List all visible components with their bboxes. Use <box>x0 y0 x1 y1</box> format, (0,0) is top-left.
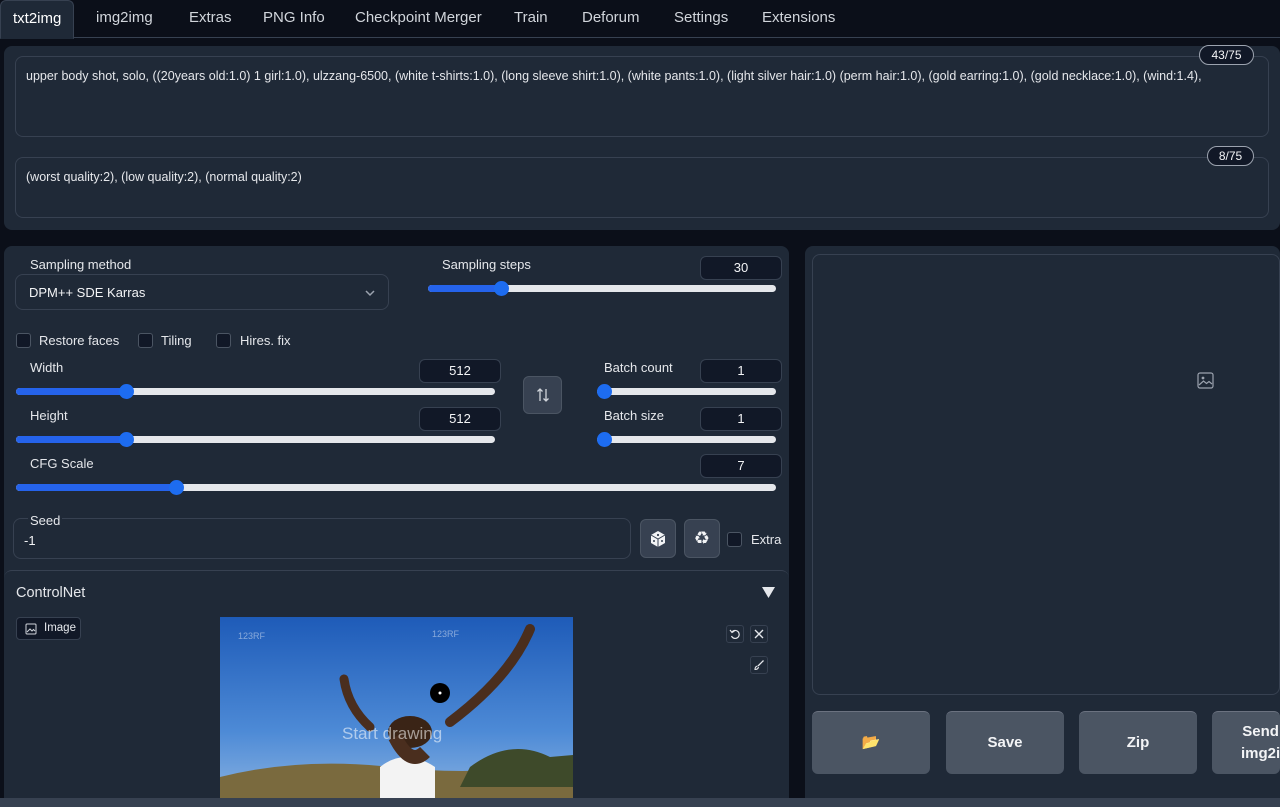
sampling-steps-slider[interactable] <box>428 281 776 296</box>
save-button[interactable]: Save <box>946 711 1064 774</box>
batch-count-input[interactable]: 1 <box>700 359 782 383</box>
tab-extras[interactable]: Extras <box>177 0 244 38</box>
seed-input[interactable]: -1 <box>24 533 36 548</box>
recycle-icon: ♻ <box>693 528 711 548</box>
cfg-scale-input[interactable]: 7 <box>700 454 782 478</box>
height-slider[interactable] <box>16 432 495 447</box>
image-placeholder-icon <box>1197 372 1214 389</box>
folder-icon: 📂 <box>861 734 881 751</box>
width-input[interactable]: 512 <box>419 359 501 383</box>
tab-png-info[interactable]: PNG Info <box>251 0 337 38</box>
tiling-checkbox[interactable] <box>138 333 153 348</box>
canvas-hint-text: Start drawing <box>342 724 443 743</box>
negative-prompt-token-counter: 8/75 <box>1207 146 1254 166</box>
sampling-steps-input[interactable]: 30 <box>700 256 782 280</box>
batch-size-input[interactable]: 1 <box>700 407 782 431</box>
clear-canvas-button[interactable] <box>750 625 768 643</box>
batch-size-label: Batch size <box>604 408 664 423</box>
width-slider[interactable] <box>16 384 495 399</box>
sampling-method-value: DPM++ SDE Karras <box>29 285 146 300</box>
cfg-scale-label: CFG Scale <box>30 456 94 471</box>
tab-extensions[interactable]: Extensions <box>750 0 847 38</box>
swap-icon <box>536 388 549 402</box>
negative-prompt-input[interactable]: (worst quality:2), (low quality:2), (nor… <box>15 157 1269 218</box>
batch-count-label: Batch count <box>604 360 673 375</box>
image-icon <box>25 623 37 635</box>
hires-fix-checkbox[interactable] <box>216 333 231 348</box>
controlnet-image-tab[interactable]: Image <box>16 617 81 640</box>
tab-settings[interactable]: Settings <box>662 0 740 38</box>
sampling-method-dropdown[interactable]: DPM++ SDE Karras <box>15 274 389 310</box>
controlnet-canvas[interactable]: Start drawing 123RF 123RF <box>220 617 573 807</box>
restore-faces-label: Restore faces <box>39 333 120 348</box>
undo-button[interactable] <box>726 625 744 643</box>
prompt-token-counter: 43/75 <box>1199 45 1254 65</box>
sampling-steps-label: Sampling steps <box>442 257 531 272</box>
batch-count-slider[interactable] <box>597 384 776 399</box>
swap-dimensions-button[interactable] <box>523 376 562 414</box>
hires-fix-label: Hires. fix <box>240 333 291 348</box>
height-input[interactable]: 512 <box>419 407 501 431</box>
reuse-seed-button[interactable]: ♻ <box>684 519 720 558</box>
watermark-text: 123RF <box>432 629 460 639</box>
prompt-input[interactable]: upper body shot, solo, ((20years old:1.0… <box>15 56 1269 137</box>
random-seed-button[interactable] <box>640 519 676 558</box>
collapse-triangle-icon[interactable] <box>761 586 776 599</box>
controlnet-reference-image <box>220 617 573 807</box>
extra-label: Extra <box>751 532 782 547</box>
sampling-method-label: Sampling method <box>30 257 132 272</box>
batch-size-slider[interactable] <box>597 432 776 447</box>
zip-button[interactable]: Zip <box>1079 711 1197 774</box>
dice-icon <box>650 530 666 547</box>
extra-checkbox[interactable] <box>727 532 742 547</box>
cfg-scale-slider[interactable] <box>16 480 776 495</box>
tiling-label: Tiling <box>161 333 192 348</box>
tab-deforum[interactable]: Deforum <box>570 0 652 38</box>
tab-bar: txt2img img2img Extras PNG Info Checkpoi… <box>0 0 1280 39</box>
tab-img2img[interactable]: img2img <box>84 0 165 38</box>
watermark-text: 123RF <box>238 631 266 641</box>
controlnet-image-tab-label: Image <box>44 622 76 634</box>
tab-checkpoint-merger[interactable]: Checkpoint Merger <box>343 0 494 38</box>
send-to-img2img-button[interactable]: Send img2i <box>1212 711 1280 774</box>
seed-label: Seed <box>28 513 63 528</box>
restore-faces-checkbox[interactable] <box>16 333 31 348</box>
height-label: Height <box>30 408 68 423</box>
controlnet-title[interactable]: ControlNet <box>16 585 85 601</box>
seed-box: Seed -1 <box>13 513 631 559</box>
chevron-down-icon <box>365 290 375 297</box>
brush-icon <box>754 660 764 671</box>
bottom-scrollbar[interactable] <box>0 798 1280 807</box>
close-icon <box>754 629 764 639</box>
brush-button[interactable] <box>750 656 768 674</box>
width-label: Width <box>30 360 64 375</box>
undo-icon <box>729 629 740 640</box>
tab-train[interactable]: Train <box>502 0 560 38</box>
open-folder-button[interactable]: 📂 <box>812 711 930 774</box>
output-gallery <box>812 254 1280 695</box>
tab-txt2img[interactable]: txt2img <box>0 0 75 39</box>
